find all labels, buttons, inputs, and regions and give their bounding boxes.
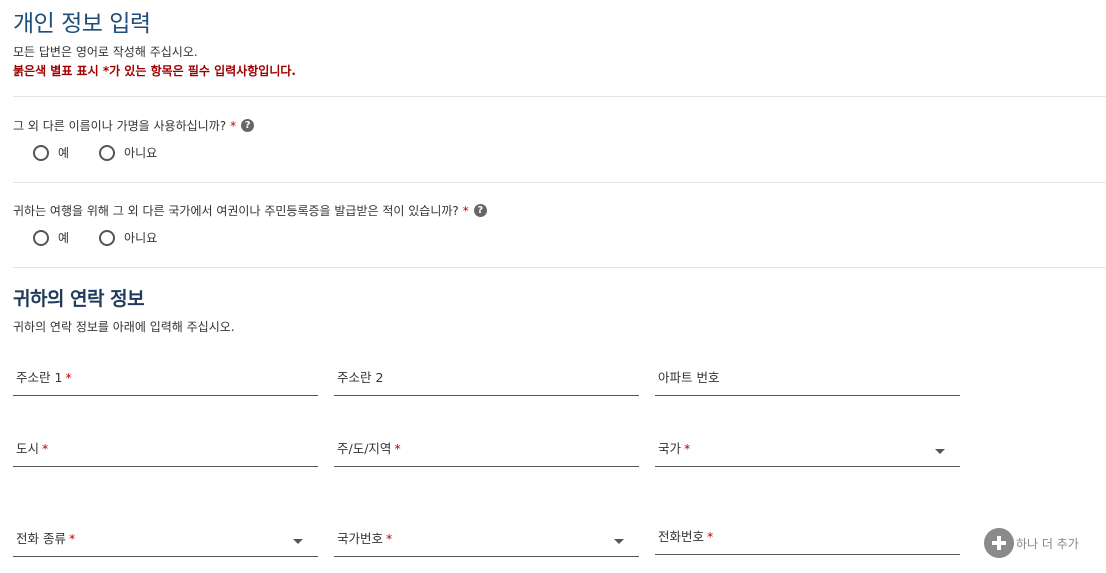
help-question-icon[interactable]: ? (473, 204, 487, 217)
caret-down-icon (293, 539, 303, 544)
phone-type-select[interactable]: 전화 종류 * (13, 527, 318, 557)
radio-option-no[interactable]: 아니요 (99, 144, 157, 161)
radio-button[interactable] (33, 229, 49, 246)
section-description: 귀하의 연락 정보를 아래에 입력해 주십시오. (13, 320, 235, 334)
question-other-passport: 귀하는 여행을 위해 그 외 다른 국가에서 여권이나 주민등록증을 발급받은 … (13, 202, 487, 219)
plus-circle-icon[interactable] (984, 528, 1014, 558)
city-field[interactable]: 도시 * (13, 437, 318, 467)
add-more-button[interactable]: 하나 더 추가 (984, 528, 1079, 558)
divider (13, 96, 1106, 97)
caret-down-icon (935, 449, 945, 454)
help-question-icon[interactable]: ? (241, 119, 255, 132)
radio-option-no[interactable]: 아니요 (99, 229, 157, 246)
divider (13, 182, 1106, 183)
radio-group-other-names: 예 아니요 (33, 144, 187, 161)
country-select[interactable]: 국가 * (655, 437, 960, 467)
field-label: 아파트 번호 (658, 370, 720, 385)
address-line1-field[interactable]: 주소란 1 * (13, 366, 318, 396)
required-note: 붉은색 별표 표시 *가 있는 항목은 필수 입력사항입니다. (13, 64, 296, 78)
radio-label: 예 (58, 231, 70, 245)
address-line2-field[interactable]: 주소란 2 (334, 366, 639, 396)
field-label: 국가번호 * (337, 531, 393, 546)
intro-text: 모든 답변은 영어로 작성해 주십시오. (13, 45, 198, 59)
field-label: 주/도/지역 * (337, 441, 401, 456)
required-asterisk: * (462, 203, 469, 218)
state-province-field[interactable]: 주/도/지역 * (334, 437, 639, 467)
radio-label: 아니요 (124, 146, 158, 160)
field-label: 주소란 1 * (16, 370, 72, 385)
field-label: 주소란 2 (337, 370, 384, 385)
field-label: 전화 종류 * (16, 531, 76, 546)
caret-down-icon (614, 539, 624, 544)
field-label: 전화번호 * (658, 529, 714, 544)
radio-option-yes[interactable]: 예 (33, 229, 69, 246)
divider (13, 267, 1106, 268)
question-other-names: 그 외 다른 이름이나 가명을 사용하십니까? * ? (13, 117, 255, 134)
question-text: 귀하는 여행을 위해 그 외 다른 국가에서 여권이나 주민등록증을 발급받은 … (13, 204, 459, 218)
country-code-select[interactable]: 국가번호 * (334, 527, 639, 557)
field-label: 국가 * (658, 441, 691, 456)
radio-label: 예 (58, 146, 70, 160)
question-text: 그 외 다른 이름이나 가명을 사용하십니까? (13, 119, 227, 133)
apartment-number-field[interactable]: 아파트 번호 (655, 366, 960, 396)
radio-button[interactable] (33, 144, 49, 161)
phone-number-field[interactable]: 전화번호 * (655, 525, 960, 555)
radio-button[interactable] (99, 229, 116, 246)
required-asterisk: * (230, 118, 237, 133)
add-more-label[interactable]: 하나 더 추가 (1016, 535, 1079, 552)
radio-option-yes[interactable]: 예 (33, 144, 69, 161)
field-label: 도시 * (16, 441, 49, 456)
page-title: 개인 정보 입력 (13, 11, 151, 37)
radio-label: 아니요 (124, 231, 158, 245)
radio-group-other-passport: 예 아니요 (33, 229, 187, 246)
radio-button[interactable] (99, 144, 116, 161)
section-title-contact: 귀하의 연락 정보 (13, 288, 145, 310)
